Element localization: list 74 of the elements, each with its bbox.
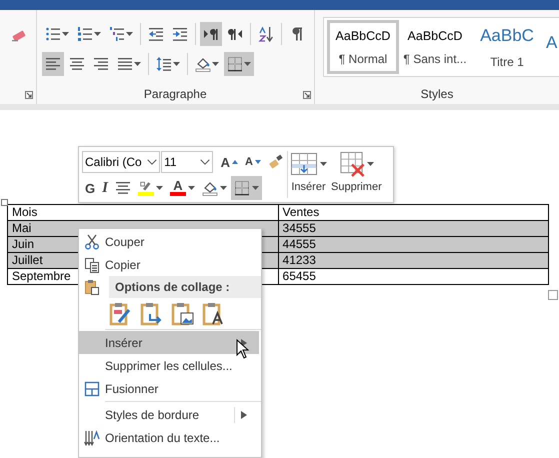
increase-indent-icon: [172, 26, 188, 42]
paste-option-button[interactable]: [171, 302, 195, 326]
font-color-button[interactable]: A: [166, 176, 198, 200]
clipboard-image-icon: [171, 302, 195, 326]
menu-item[interactable]: Styles de bordure: [79, 403, 259, 426]
left-to-right-icon: [202, 26, 219, 42]
menu-item[interactable]: Supprimer les cellules...: [79, 354, 259, 377]
insert-button[interactable]: Insérer: [288, 151, 329, 198]
scissors-icon: [84, 234, 100, 250]
group-label: Paragraphe: [142, 87, 208, 101]
align-left-button[interactable]: [42, 52, 64, 76]
text-direction-icon: [84, 430, 100, 446]
table-delete-icon: [338, 151, 365, 177]
grow-font-button[interactable]: A: [218, 150, 242, 174]
menu-item[interactable]: Orientation du texte...: [79, 426, 259, 449]
table-insert-icon: [290, 151, 318, 177]
copy-icon: [84, 256, 100, 272]
merge-cells-icon: [84, 380, 100, 396]
column-header: Mois: [8, 204, 278, 220]
right-to-left-icon: [226, 26, 243, 42]
table-cell: 41233: [278, 252, 548, 268]
shrink-font-button[interactable]: A: [242, 150, 264, 174]
group-label: Styles: [420, 87, 454, 101]
column-header: Ventes: [278, 204, 548, 220]
sort-icon: [258, 26, 274, 42]
grow-font-glyph: A: [220, 154, 230, 170]
align-center-icon: [68, 56, 85, 72]
font-combo[interactable]: Calibri (Co: [82, 151, 160, 173]
menu-header: Options de collage :: [109, 276, 261, 298]
dialog-launcher-icon[interactable]: [303, 91, 311, 99]
shrink-font-glyph: A: [245, 156, 253, 168]
mouse-pointer-icon: [236, 339, 250, 359]
delete-button[interactable]: Supprimer: [329, 151, 384, 198]
chevron-icon: [147, 159, 158, 165]
dialog-launcher-icon[interactable]: [24, 91, 33, 99]
table-cell: 34555: [278, 220, 548, 236]
table-cell: 44555: [278, 236, 548, 252]
borders-icon: [234, 180, 250, 196]
align-right-icon: [92, 56, 109, 72]
format-painter-icon: [268, 154, 284, 170]
table-cell: 65455: [278, 268, 548, 284]
chevron-icon: [200, 159, 210, 165]
numbered-list-icon: [76, 26, 93, 42]
font-color-glyph: A: [173, 180, 183, 192]
borders-button[interactable]: [230, 176, 262, 200]
decrease-indent-icon: [148, 26, 164, 42]
justify-icon: [116, 56, 133, 72]
borders-icon: [226, 56, 243, 72]
borders-button[interactable]: [224, 52, 254, 76]
size-combo[interactable]: 11: [161, 151, 213, 173]
down-triangle-icon: [255, 160, 261, 164]
paint-bucket-icon: [194, 56, 211, 72]
paste-option-button[interactable]: [140, 302, 164, 326]
align-left-icon: [44, 56, 61, 72]
menu-item[interactable]: Insérer: [79, 331, 259, 354]
up-triangle-icon: [232, 160, 238, 164]
multilevel-list-icon: [108, 26, 125, 42]
resize-handle[interactable]: [548, 290, 558, 300]
clipboard-icon: [84, 279, 100, 295]
paint-bucket-icon: [202, 180, 218, 196]
line-spacing-icon: [156, 56, 172, 72]
caret-icon: [320, 162, 327, 166]
caret-icon: [366, 162, 374, 166]
style-item[interactable]: AaBbCcD ¶ Normal: [327, 20, 399, 74]
italic-button[interactable]: I: [99, 176, 111, 200]
left-to-right-button[interactable]: [200, 22, 222, 46]
clipboard-arrow-icon: [140, 302, 164, 326]
menu-item[interactable]: Fusionner: [79, 377, 259, 400]
bullet-list-icon: [44, 26, 61, 42]
move-handle-icon[interactable]: [1, 199, 8, 206]
align-center-icon: [114, 180, 131, 196]
bold-button[interactable]: G: [82, 176, 98, 200]
paste-option-button[interactable]: [109, 302, 133, 326]
clipboard-brush-icon: [109, 302, 133, 326]
